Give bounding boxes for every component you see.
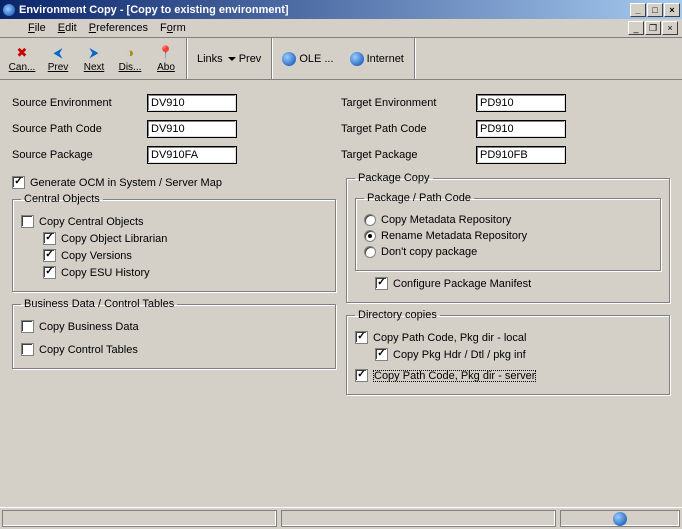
next-button[interactable]: ⮞ Next [76, 40, 112, 78]
status-pane-right [560, 510, 680, 527]
status-bar [0, 507, 682, 529]
target-path-label: Target Path Code [341, 123, 476, 135]
configure-manifest-label: Configure Package Manifest [393, 278, 531, 290]
internet-label: Internet [367, 53, 404, 65]
rename-metadata-radio[interactable] [364, 230, 376, 242]
menu-file[interactable]: File [22, 20, 52, 36]
rename-metadata-label: Rename Metadata Repository [381, 230, 527, 242]
configure-manifest-checkbox[interactable] [375, 277, 388, 290]
package-path-legend: Package / Path Code [364, 192, 474, 204]
status-pane-mid [281, 510, 556, 527]
dont-copy-radio[interactable] [364, 246, 376, 258]
cancel-icon: ✖ [14, 45, 30, 61]
menu-bar: File Edit Preferences Form _ ❐ × [0, 19, 682, 38]
package-copy-legend: Package Copy [355, 172, 433, 184]
target-pkg-input[interactable] [476, 146, 566, 164]
app-icon [2, 3, 16, 17]
business-data-group: Business Data / Control Tables Copy Busi… [12, 298, 336, 369]
minimize-button[interactable]: _ [630, 3, 646, 17]
pin-icon: 📍 [158, 45, 174, 61]
status-pane-left [2, 510, 277, 527]
prev-button[interactable]: ⮜ Prev [40, 40, 76, 78]
mdi-minimize-button[interactable]: _ [628, 21, 644, 35]
cancel-button[interactable]: ✖ Can... [4, 40, 40, 78]
toolbar: ✖ Can... ⮜ Prev ⮞ Next ◑ Dis... 📍 Abo Li… [0, 38, 682, 80]
displayed-icon: ◑ [122, 45, 138, 61]
display-button[interactable]: ◑ Dis... [112, 40, 148, 78]
source-env-input[interactable] [147, 94, 237, 112]
copy-object-librarian-checkbox[interactable] [43, 232, 56, 245]
links-label: Links [197, 53, 223, 65]
menu-form[interactable]: Form [154, 20, 192, 36]
target-pkg-label: Target Package [341, 149, 476, 161]
maximize-button[interactable]: □ [647, 3, 663, 17]
package-copy-group: Package Copy Package / Path Code Copy Me… [346, 172, 670, 303]
copy-path-local-label: Copy Path Code, Pkg dir - local [373, 332, 526, 344]
about-button[interactable]: 📍 Abo [148, 40, 184, 78]
target-env-input[interactable] [476, 94, 566, 112]
copy-control-tables-label: Copy Control Tables [39, 344, 138, 356]
mdi-doc-icon[interactable] [4, 21, 18, 35]
copy-central-objects-checkbox[interactable] [21, 215, 34, 228]
window-titlebar: Environment Copy - [Copy to existing env… [0, 0, 682, 19]
generate-ocm-label: Generate OCM in System / Server Map [30, 177, 222, 189]
business-data-legend: Business Data / Control Tables [21, 298, 177, 310]
internet-icon [350, 52, 364, 66]
mdi-restore-button[interactable]: ❐ [645, 21, 661, 35]
internet-link[interactable]: Internet [342, 38, 412, 79]
copy-pkg-hdr-label: Copy Pkg Hdr / Dtl / pkg inf [393, 349, 526, 361]
ole-label: OLE ... [299, 53, 333, 65]
copy-metadata-radio[interactable] [364, 214, 376, 226]
source-path-label: Source Path Code [12, 123, 147, 135]
window-title: Environment Copy - [Copy to existing env… [19, 4, 629, 16]
generate-ocm-checkbox[interactable] [12, 176, 25, 189]
copy-path-server-checkbox[interactable] [355, 369, 368, 382]
source-pkg-input[interactable] [147, 146, 237, 164]
dont-copy-label: Don't copy package [381, 246, 477, 258]
globe-icon [613, 512, 627, 526]
form-content: Source Environment Source Path Code Sour… [0, 80, 682, 403]
arrow-right-icon: ⮞ [86, 45, 102, 61]
source-path-input[interactable] [147, 120, 237, 138]
copy-business-data-label: Copy Business Data [39, 321, 139, 333]
copy-path-local-checkbox[interactable] [355, 331, 368, 344]
source-env-label: Source Environment [12, 97, 147, 109]
copy-pkg-hdr-checkbox[interactable] [375, 348, 388, 361]
menu-edit[interactable]: Edit [52, 20, 83, 36]
menu-preferences[interactable]: Preferences [83, 20, 154, 36]
mdi-close-button[interactable]: × [662, 21, 678, 35]
copy-versions-label: Copy Versions [61, 250, 132, 262]
links-prev-label: Prev [239, 53, 262, 65]
chevron-down-icon [228, 57, 236, 61]
target-path-input[interactable] [476, 120, 566, 138]
arrow-left-icon: ⮜ [50, 45, 66, 61]
copy-central-objects-label: Copy Central Objects [39, 216, 144, 228]
close-button[interactable]: × [664, 3, 680, 17]
links-dropdown[interactable]: Links Prev [189, 38, 269, 79]
directory-copies-group: Directory copies Copy Path Code, Pkg dir… [346, 309, 670, 395]
ole-link[interactable]: OLE ... [274, 38, 341, 79]
copy-versions-checkbox[interactable] [43, 249, 56, 262]
copy-control-tables-checkbox[interactable] [21, 343, 34, 356]
copy-esu-history-checkbox[interactable] [43, 266, 56, 279]
copy-esu-history-label: Copy ESU History [61, 267, 150, 279]
copy-object-librarian-label: Copy Object Librarian [61, 233, 167, 245]
copy-path-server-label: Copy Path Code, Pkg dir - server [373, 370, 536, 382]
copy-metadata-label: Copy Metadata Repository [381, 214, 511, 226]
central-objects-group: Central Objects Copy Central Objects Cop… [12, 193, 336, 292]
copy-business-data-checkbox[interactable] [21, 320, 34, 333]
target-env-label: Target Environment [341, 97, 476, 109]
source-pkg-label: Source Package [12, 149, 147, 161]
central-objects-legend: Central Objects [21, 193, 103, 205]
package-path-group: Package / Path Code Copy Metadata Reposi… [355, 192, 661, 271]
directory-copies-legend: Directory copies [355, 309, 440, 321]
ole-icon [282, 52, 296, 66]
